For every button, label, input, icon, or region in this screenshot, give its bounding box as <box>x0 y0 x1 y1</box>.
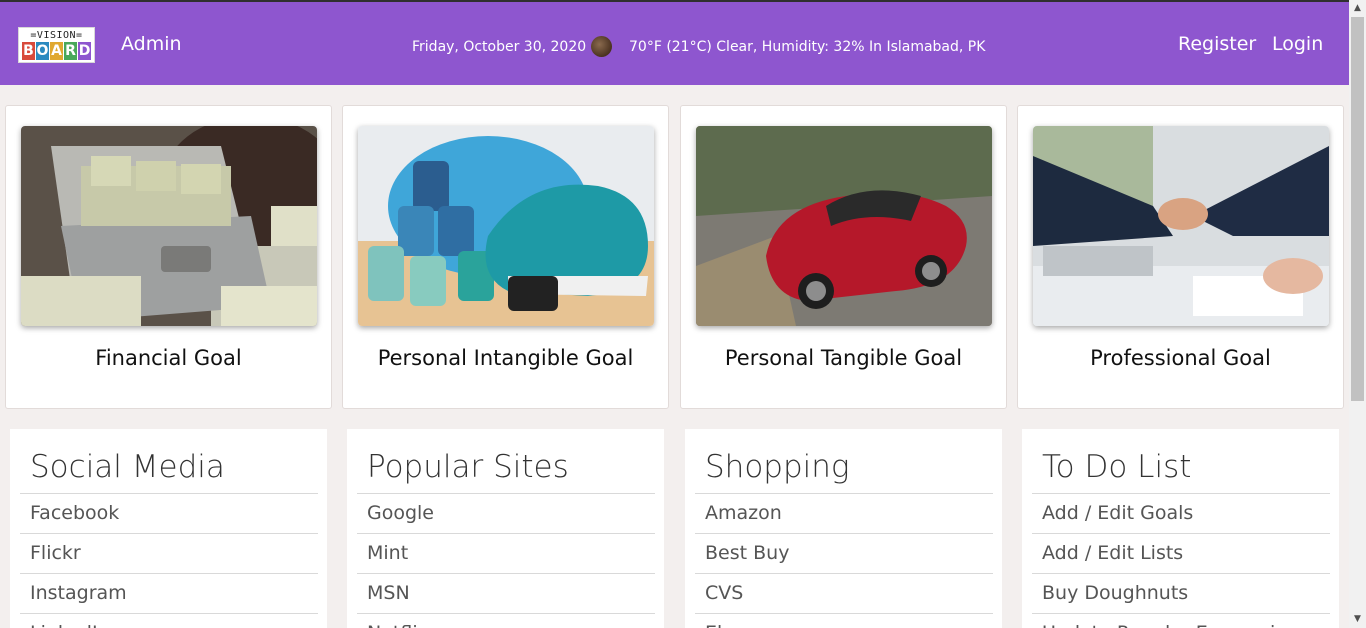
popular-sites-card: Popular Sites Google Mint MSN Netflix <box>347 429 664 628</box>
admin-link[interactable]: Admin <box>121 33 182 55</box>
shopping-list: Amazon Best Buy CVS Ebay <box>695 493 993 628</box>
list-item[interactable]: LinkedIn <box>20 613 318 628</box>
list-item[interactable]: Amazon <box>695 493 993 533</box>
login-link[interactable]: Login <box>1272 33 1323 55</box>
todo-list: Add / Edit Goals Add / Edit Lists Buy Do… <box>1032 493 1330 628</box>
list-item[interactable]: Flickr <box>20 533 318 573</box>
social-media-list: Facebook Flickr Instagram LinkedIn <box>20 493 318 628</box>
goal-card-financial[interactable]: Financial Goal <box>5 105 332 409</box>
popular-sites-list: Google Mint MSN Netflix <box>357 493 655 628</box>
goal-title: Personal Tangible Goal <box>724 346 963 370</box>
shopping-card: Shopping Amazon Best Buy CVS Ebay <box>685 429 1002 628</box>
list-item[interactable]: Add / Edit Lists <box>1032 533 1330 573</box>
logo-letter: B <box>22 42 35 60</box>
vision-board-logo[interactable]: =VISION= B O A R D <box>18 27 95 63</box>
scroll-up-arrow-icon[interactable]: ▲ <box>1349 0 1366 17</box>
list-item[interactable]: Netflix <box>357 613 655 628</box>
list-item[interactable]: Best Buy <box>695 533 993 573</box>
logo-board-letters: B O A R D <box>22 42 93 60</box>
list-item[interactable]: Google <box>357 493 655 533</box>
red-sports-car-image[interactable] <box>696 126 992 326</box>
navbar: =VISION= B O A R D Admin Friday, October… <box>0 2 1349 85</box>
list-item[interactable]: Update Regular Expression <box>1032 613 1330 628</box>
weather-info: 70°F (21°C) Clear, Humidity: 32% In Isla… <box>629 39 986 55</box>
dumbbells-shoes-image[interactable] <box>358 126 654 326</box>
current-date: Friday, October 30, 2020 <box>412 39 587 55</box>
goal-card-personal-intangible[interactable]: Personal Intangible Goal <box>342 105 669 409</box>
logo-letter: O <box>36 42 49 60</box>
list-item[interactable]: Ebay <box>695 613 993 628</box>
logo-letter: A <box>50 42 63 60</box>
list-item[interactable]: CVS <box>695 573 993 613</box>
goal-title: Personal Intangible Goal <box>377 346 634 370</box>
list-item[interactable]: Add / Edit Goals <box>1032 493 1330 533</box>
todo-list-card: To Do List Add / Edit Goals Add / Edit L… <box>1022 429 1339 628</box>
scroll-down-arrow-icon[interactable]: ▼ <box>1349 611 1366 628</box>
list-title: Social Media <box>30 449 225 485</box>
moon-icon <box>591 36 612 57</box>
list-item[interactable]: Buy Doughnuts <box>1032 573 1330 613</box>
register-link[interactable]: Register <box>1178 33 1256 55</box>
money-briefcase-image[interactable] <box>21 126 317 326</box>
list-title: Popular Sites <box>367 449 569 485</box>
logo-top-text: =VISION= <box>30 30 83 41</box>
social-media-card: Social Media Facebook Flickr Instagram L… <box>10 429 327 628</box>
list-title: Shopping <box>705 449 850 485</box>
handshake-image[interactable] <box>1033 126 1329 326</box>
logo-letter: D <box>78 42 91 60</box>
list-item[interactable]: Mint <box>357 533 655 573</box>
goal-title: Financial Goal <box>95 346 242 370</box>
goal-card-professional[interactable]: Professional Goal <box>1017 105 1344 409</box>
scrollbar-thumb[interactable] <box>1351 17 1364 401</box>
logo-letter: R <box>64 42 77 60</box>
list-item[interactable]: Instagram <box>20 573 318 613</box>
list-item[interactable]: Facebook <box>20 493 318 533</box>
list-title: To Do List <box>1042 449 1192 485</box>
goal-card-personal-tangible[interactable]: Personal Tangible Goal <box>680 105 1007 409</box>
vertical-scrollbar[interactable]: ▲ ▼ <box>1349 0 1366 628</box>
goal-title: Professional Goal <box>1090 346 1271 370</box>
list-item[interactable]: MSN <box>357 573 655 613</box>
